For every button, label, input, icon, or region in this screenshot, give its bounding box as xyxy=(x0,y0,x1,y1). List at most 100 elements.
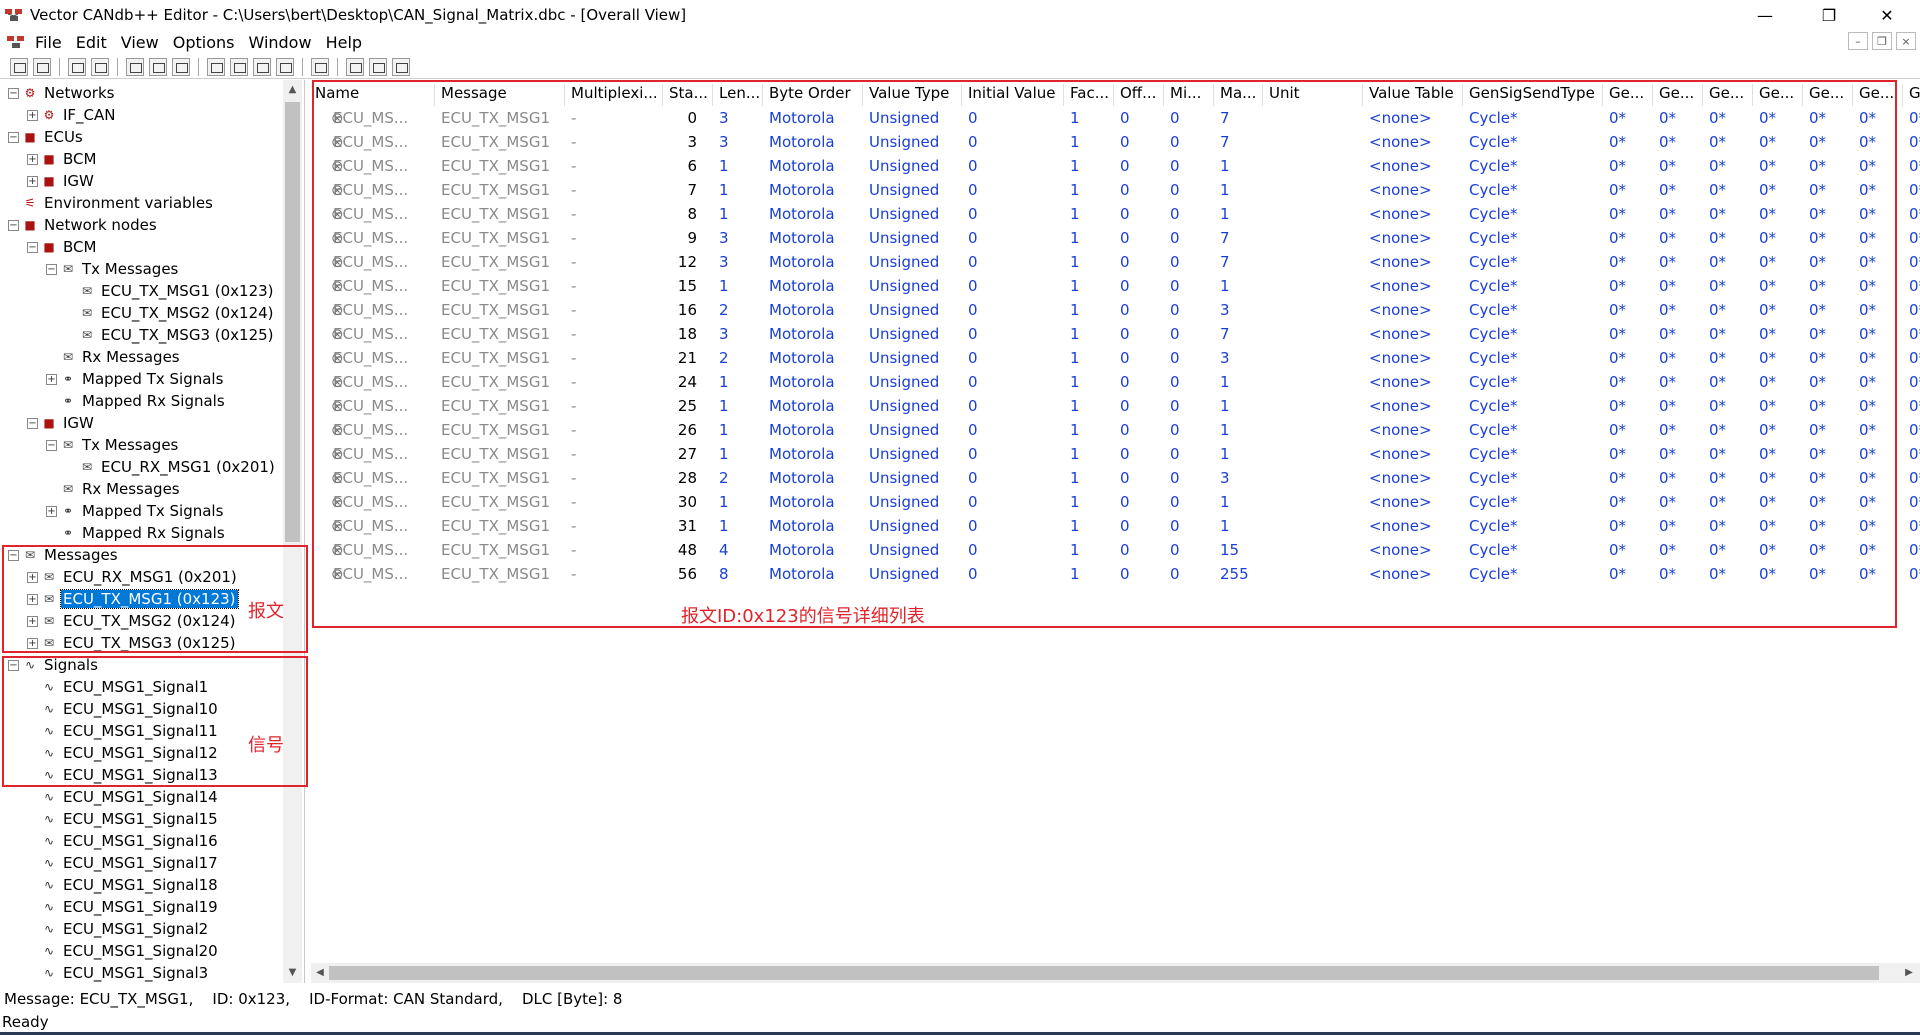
overall-view-icon[interactable] xyxy=(126,57,144,76)
table-cell[interactable]: 0* xyxy=(1909,229,1920,251)
tree-node[interactable]: ∿ ECU_MSG1_Signal2 xyxy=(27,918,210,940)
collapse-icon[interactable]: − xyxy=(27,417,38,429)
table-cell[interactable]: 0* xyxy=(1909,517,1920,539)
tree-node[interactable]: ⚭ Mapped Rx Signals xyxy=(46,522,227,544)
expand-icon[interactable]: + xyxy=(27,109,38,121)
mdi-minimize-button[interactable]: – xyxy=(1848,32,1868,50)
tree-node[interactable]: ✉ ECU_TX_MSG3 (0x125) xyxy=(65,324,276,346)
cascade-icon[interactable] xyxy=(346,57,364,76)
tree-node[interactable]: − ⚙ Networks xyxy=(8,82,116,104)
scroll-left-icon[interactable]: ◀ xyxy=(311,963,329,983)
table-cell[interactable]: 0* xyxy=(1909,301,1920,323)
table-cell[interactable]: 0* xyxy=(1909,109,1920,131)
tree-node[interactable]: ✉ ECU_RX_MSG1 (0x201) xyxy=(65,456,277,478)
tree-node[interactable]: + ⚙ IF_CAN xyxy=(27,104,118,126)
tree-node[interactable]: − ■ BCM xyxy=(27,236,98,258)
expand-icon[interactable]: + xyxy=(46,373,57,385)
tree-node[interactable]: ∿ ECU_MSG1_Signal17 xyxy=(27,852,220,874)
menu-options[interactable]: Options xyxy=(166,33,242,52)
tree-node[interactable]: ✉ ECU_TX_MSG1 (0x123) xyxy=(65,280,276,302)
menu-view[interactable]: View xyxy=(114,33,166,52)
table-cell[interactable]: 0* xyxy=(1909,421,1920,443)
collapse-icon[interactable]: − xyxy=(46,263,57,275)
tree-node[interactable]: − ■ ECUs xyxy=(8,126,85,148)
table-cell[interactable]: 0* xyxy=(1909,397,1920,419)
mdi-close-button[interactable]: × xyxy=(1896,32,1916,50)
mdi-restore-button[interactable]: ❐ xyxy=(1872,32,1892,50)
copy-icon[interactable] xyxy=(68,57,86,76)
signal-icon: ∿ xyxy=(43,900,55,914)
collapse-icon[interactable]: − xyxy=(8,87,19,99)
table-cell[interactable]: 0* xyxy=(1909,157,1920,179)
tree-node[interactable]: − ✉ Tx Messages xyxy=(46,258,180,280)
open-icon[interactable] xyxy=(10,57,28,76)
table-cell[interactable]: 0* xyxy=(1909,541,1920,563)
table-cell[interactable]: 0* xyxy=(1909,181,1920,203)
tree-node[interactable]: − ■ Network nodes xyxy=(8,214,159,236)
collapse-icon[interactable]: − xyxy=(8,219,19,231)
tree-node[interactable]: ∿ ECU_MSG1_Signal19 xyxy=(27,896,220,918)
tree-vertical-scrollbar[interactable]: ▲ ▼ xyxy=(283,80,302,983)
minimize-button[interactable]: — xyxy=(1742,0,1788,30)
expand-icon[interactable]: + xyxy=(27,153,38,165)
table-cell[interactable]: 0* xyxy=(1909,253,1920,275)
grid-horizontal-scrollbar[interactable]: ◀ ▶ xyxy=(311,963,1920,983)
scroll-thumb[interactable] xyxy=(285,102,300,542)
table-cell[interactable]: 0* xyxy=(1909,349,1920,371)
table-cell[interactable]: 0* xyxy=(1909,469,1920,491)
dec-hex-icon[interactable] xyxy=(311,57,329,76)
table-cell[interactable]: 0* xyxy=(1909,277,1920,299)
tree-node[interactable]: ∿ ECU_MSG1_Signal3 xyxy=(27,962,210,983)
tree-node[interactable]: ✉ Rx Messages xyxy=(46,346,182,368)
maximize-button[interactable]: ❐ xyxy=(1806,0,1852,30)
details-view-icon[interactable] xyxy=(276,57,294,76)
table-cell[interactable]: 0* xyxy=(1909,493,1920,515)
find-icon[interactable] xyxy=(172,57,190,76)
menu-help[interactable]: Help xyxy=(319,33,369,52)
tree-node[interactable]: + ■ IGW xyxy=(27,170,96,192)
scroll-down-icon[interactable]: ▼ xyxy=(283,963,302,983)
tree-node[interactable]: − ✉ Tx Messages xyxy=(46,434,180,456)
tree-node[interactable]: ∿ ECU_MSG1_Signal20 xyxy=(27,940,220,962)
tree-node[interactable]: ∿ ECU_MSG1_Signal14 xyxy=(27,786,220,808)
column-header[interactable]: Ge xyxy=(1905,84,1920,106)
small-icons-icon[interactable] xyxy=(230,57,248,76)
table-cell[interactable]: 0* xyxy=(1909,205,1920,227)
menu-window[interactable]: Window xyxy=(241,33,318,52)
tree-node[interactable]: + ⚭ Mapped Tx Signals xyxy=(46,500,225,522)
expand-icon[interactable]: + xyxy=(46,505,57,517)
close-button[interactable]: ✕ xyxy=(1864,0,1910,30)
tree-node[interactable]: − ■ IGW xyxy=(27,412,96,434)
list-view-icon[interactable] xyxy=(253,57,271,76)
tree-node[interactable]: ∿ ECU_MSG1_Signal15 xyxy=(27,808,220,830)
paste-icon[interactable] xyxy=(91,57,109,76)
table-cell[interactable]: 0* xyxy=(1909,325,1920,347)
tree-node[interactable]: ⚭ Mapped Rx Signals xyxy=(46,390,227,412)
tree-node[interactable]: ✉ ECU_TX_MSG2 (0x124) xyxy=(65,302,276,324)
tree-node[interactable]: ∿ ECU_MSG1_Signal18 xyxy=(27,874,220,896)
tile-vertical-icon[interactable] xyxy=(392,57,410,76)
properties-icon[interactable] xyxy=(149,57,167,76)
collapse-icon[interactable]: − xyxy=(8,131,19,143)
collapse-icon[interactable]: − xyxy=(27,241,38,253)
table-cell[interactable]: 0* xyxy=(1909,565,1920,587)
scroll-right-icon[interactable]: ▶ xyxy=(1900,963,1918,983)
collapse-icon[interactable]: − xyxy=(46,439,57,451)
tree-node[interactable]: ∿ ECU_MSG1_Signal16 xyxy=(27,830,220,852)
tree-node[interactable]: + ⚭ Mapped Tx Signals xyxy=(46,368,225,390)
tree-node[interactable]: ⚟ Environment variables xyxy=(8,192,215,214)
table-cell[interactable]: 0* xyxy=(1909,445,1920,467)
menu-file[interactable]: File xyxy=(28,33,69,52)
save-icon[interactable] xyxy=(33,57,51,76)
tile-horizontal-icon[interactable] xyxy=(369,57,387,76)
table-cell[interactable]: 0* xyxy=(1909,373,1920,395)
tree-node[interactable]: ✉ Rx Messages xyxy=(46,478,182,500)
expand-icon[interactable]: + xyxy=(27,175,38,187)
large-icons-icon[interactable] xyxy=(207,57,225,76)
tree-node[interactable]: + ■ BCM xyxy=(27,148,98,170)
menu-edit[interactable]: Edit xyxy=(69,33,114,52)
cell-text: 0* xyxy=(1909,253,1920,271)
table-cell[interactable]: 0* xyxy=(1909,133,1920,155)
scroll-up-icon[interactable]: ▲ xyxy=(283,80,302,100)
scroll-thumb[interactable] xyxy=(329,966,1879,980)
